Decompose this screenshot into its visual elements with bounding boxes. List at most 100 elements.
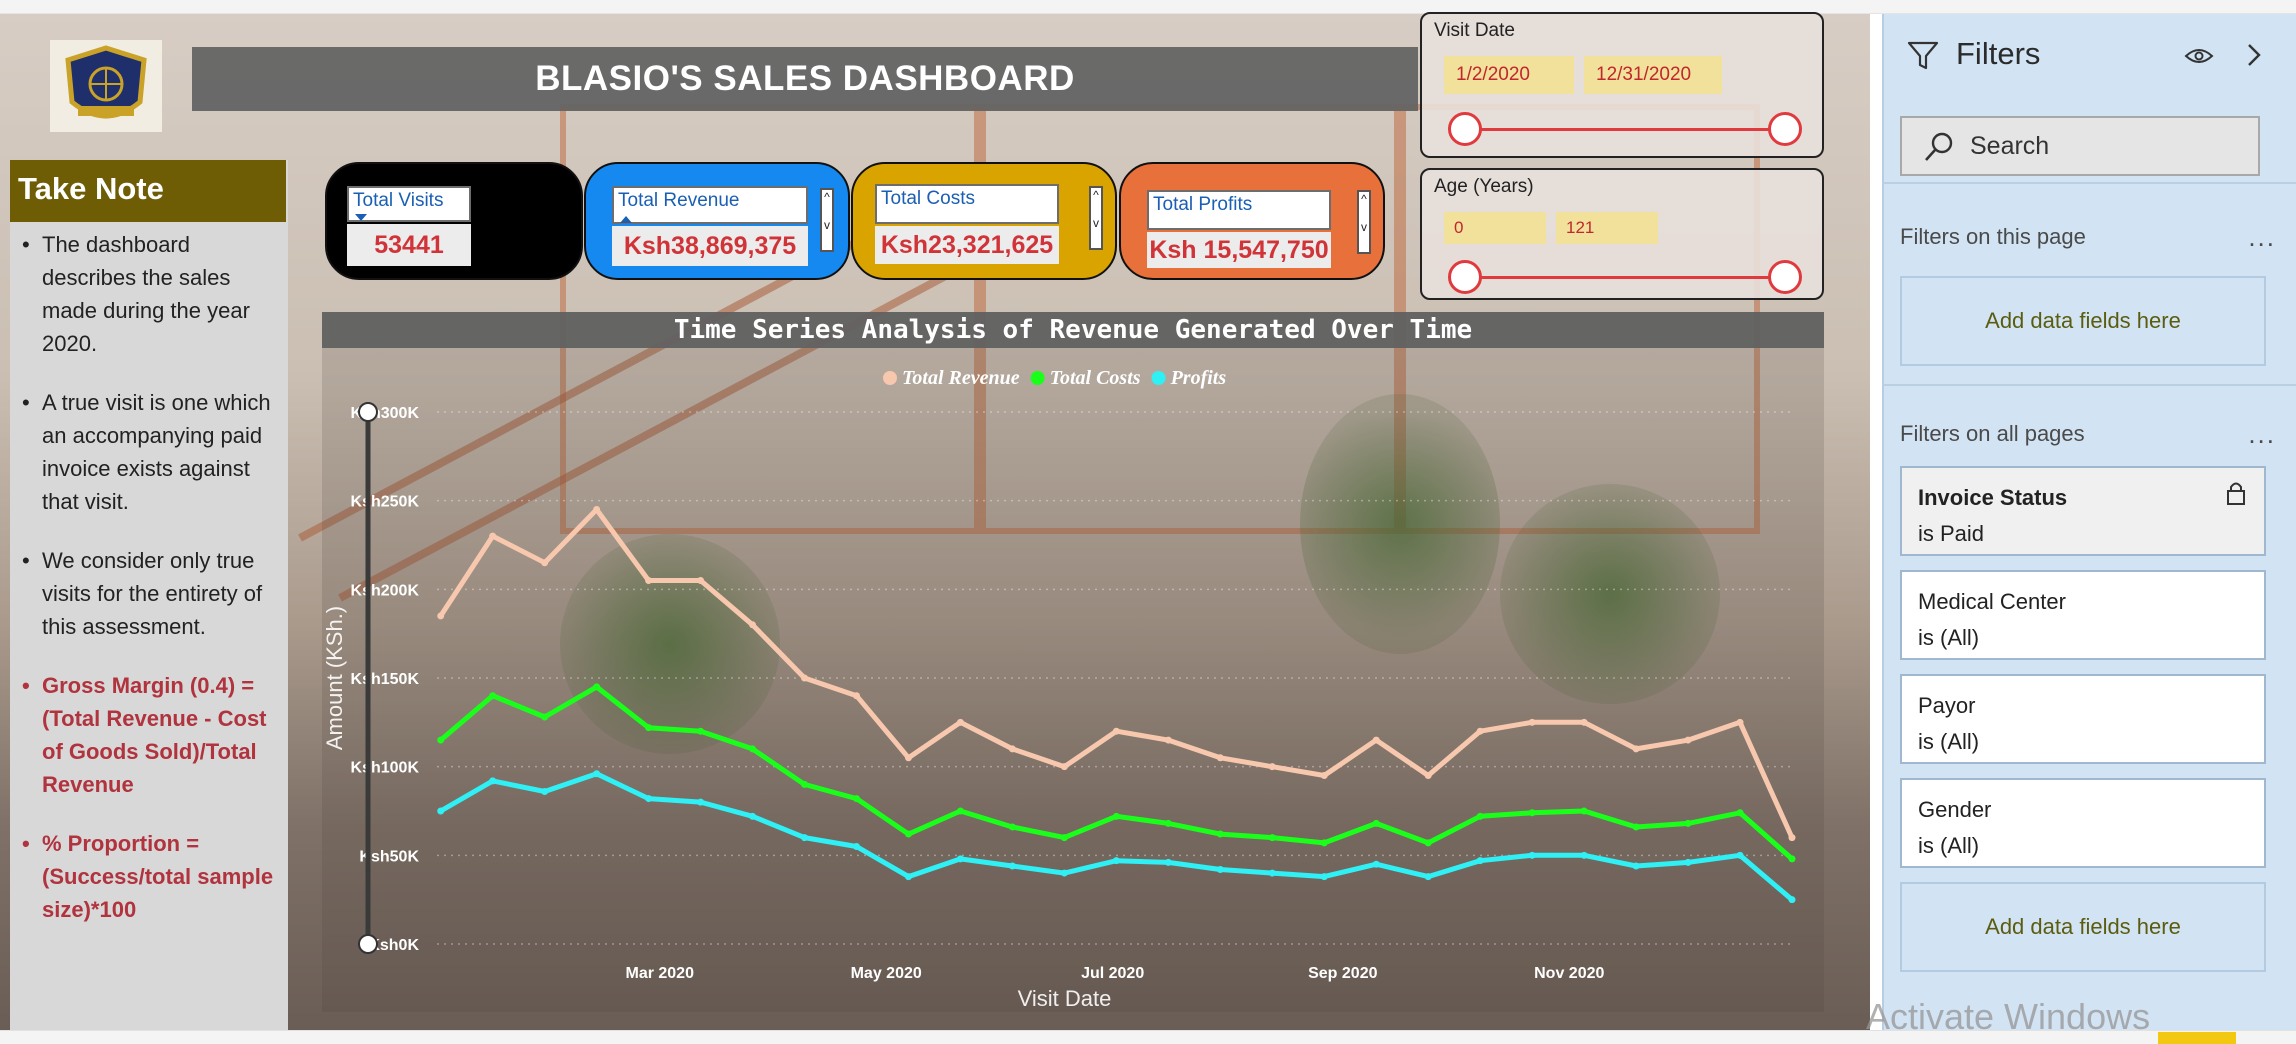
data-point (1216, 866, 1224, 874)
data-point (1060, 834, 1068, 842)
data-point (801, 780, 809, 788)
age-slicer[interactable]: Age (Years) 0 121 (1420, 168, 1824, 300)
data-point (1112, 812, 1120, 820)
more-options-icon[interactable]: ... (2248, 419, 2276, 450)
data-point (1788, 834, 1796, 842)
filter-card-medical-center[interactable]: Medical Center is (All) (1900, 570, 2266, 660)
chart-svg: Ksh0KKsh50KKsh100KKsh150KKsh200KKsh250KK… (322, 367, 1796, 1011)
date-start-input[interactable]: 1/2/2020 (1444, 56, 1574, 94)
take-note-item: A true visit is one which an accompanyin… (20, 386, 286, 518)
legend-marker (1030, 371, 1045, 385)
visit-date-slicer[interactable]: Visit Date 1/2/2020 12/31/2020 (1420, 12, 1824, 158)
kpi-scrollbar[interactable]: ^ v (1089, 186, 1103, 250)
data-point (1008, 823, 1016, 831)
chevron-right-icon[interactable] (2244, 42, 2264, 68)
data-point (1736, 809, 1744, 817)
data-point (1320, 839, 1328, 847)
data-point (1632, 823, 1640, 831)
more-options-icon[interactable]: ... (2248, 222, 2276, 253)
kpi-card-total-costs[interactable]: Total Costs Ksh23,321,625 ^ v (851, 162, 1117, 280)
y-tick-label: Ksh100K (351, 760, 420, 777)
filter-card-gender[interactable]: Gender is (All) (1900, 778, 2266, 868)
age-slider-min-handle[interactable] (1448, 260, 1482, 294)
revenue-time-series-chart[interactable]: Time Series Analysis of Revenue Generate… (322, 312, 1824, 1012)
date-slider-start-handle[interactable] (1448, 112, 1482, 146)
page-tab-indicator[interactable] (2158, 1032, 2236, 1044)
age-slider-max-handle[interactable] (1768, 260, 1802, 294)
legend-marker (1151, 371, 1166, 385)
data-point (1216, 754, 1224, 762)
data-point (956, 855, 964, 863)
kpi-scrollbar[interactable]: ^ v (1357, 190, 1371, 254)
data-point (489, 532, 497, 540)
search-placeholder: Search (1970, 132, 2050, 160)
data-point (437, 736, 445, 744)
slicer-title: Visit Date (1434, 20, 1515, 41)
data-point (437, 612, 445, 620)
data-point (541, 787, 549, 795)
y-axis-label: Amount (KSh.) (322, 606, 347, 750)
kpi-card-total-profits[interactable]: Total Profits Ksh 15,547,750 ^ v (1119, 162, 1385, 280)
data-point (904, 830, 912, 838)
data-point (1580, 851, 1588, 859)
series-line (438, 507, 1795, 839)
take-note-heading: Take Note (10, 160, 286, 222)
kpi-label: Total Revenue (618, 190, 740, 211)
data-point (1684, 858, 1692, 866)
kpi-card-total-visits[interactable]: Total Visits 53441 (325, 162, 583, 280)
data-point (1424, 772, 1432, 780)
y-tick-label: Ksh150K (351, 671, 420, 688)
sort-down-icon (355, 214, 367, 221)
age-min-input[interactable]: 0 (1444, 212, 1546, 244)
kpi-value: Ksh23,321,625 (875, 226, 1059, 264)
x-axis-label: Visit Date (1018, 986, 1112, 1011)
divider (1884, 384, 2296, 386)
data-point (541, 559, 549, 567)
add-data-fields-this-page[interactable]: Add data fields here (1900, 276, 2266, 366)
series-line (439, 771, 1794, 902)
data-point (1684, 819, 1692, 827)
kpi-scrollbar[interactable]: ^ v (820, 188, 834, 252)
date-end-input[interactable]: 12/31/2020 (1584, 56, 1722, 94)
data-point (593, 506, 601, 514)
filter-card-invoice-status[interactable]: Invoice Status is Paid (1900, 466, 2266, 556)
y-tick-label: Ksh200K (351, 582, 420, 599)
eye-icon[interactable] (2184, 46, 2214, 66)
data-point (1476, 727, 1484, 735)
data-point (904, 873, 912, 881)
data-point (1112, 857, 1120, 865)
filters-on-this-page-label: Filters on this page (1900, 224, 2086, 249)
data-point (697, 798, 705, 806)
university-crest-icon (65, 45, 147, 119)
filters-search-input[interactable]: Search (1900, 116, 2260, 176)
slicer-title: Age (Years) (1434, 176, 1534, 197)
data-point (697, 576, 705, 584)
filters-pane: Filters Search Filters on this page ... … (1882, 14, 2296, 1030)
date-slider-end-handle[interactable] (1768, 112, 1802, 146)
kpi-label: Total Costs (881, 188, 975, 209)
x-tick-label: Sep 2020 (1308, 965, 1377, 982)
sort-up-icon (620, 216, 632, 223)
add-data-fields-all-pages[interactable]: Add data fields here (1900, 882, 2266, 972)
kpi-value: Ksh 15,547,750 (1147, 232, 1331, 268)
data-point (1424, 873, 1432, 881)
filter-card-name: Invoice Status (1918, 485, 2068, 510)
data-point (1684, 736, 1692, 744)
data-point (852, 795, 860, 803)
take-note-list: The dashboard describes the sales made d… (20, 228, 286, 952)
age-max-input[interactable]: 121 (1556, 212, 1658, 244)
data-point (593, 770, 601, 778)
data-point (541, 713, 549, 721)
data-point (1268, 834, 1276, 842)
filter-card-payor[interactable]: Payor is (All) (1900, 674, 2266, 764)
lock-icon (2227, 482, 2245, 505)
data-point (1008, 862, 1016, 870)
data-point (697, 727, 705, 735)
data-point (645, 724, 653, 732)
kpi-card-total-revenue[interactable]: Total Revenue Ksh38,869,375 ^ v (584, 162, 850, 280)
data-point (1372, 819, 1380, 827)
data-point (1528, 851, 1536, 859)
filter-card-value: is Paid (1918, 521, 1985, 546)
take-note-item: % Proportion = (Success/total sample siz… (20, 827, 286, 926)
y-tick-label: Ksh250K (351, 494, 420, 511)
